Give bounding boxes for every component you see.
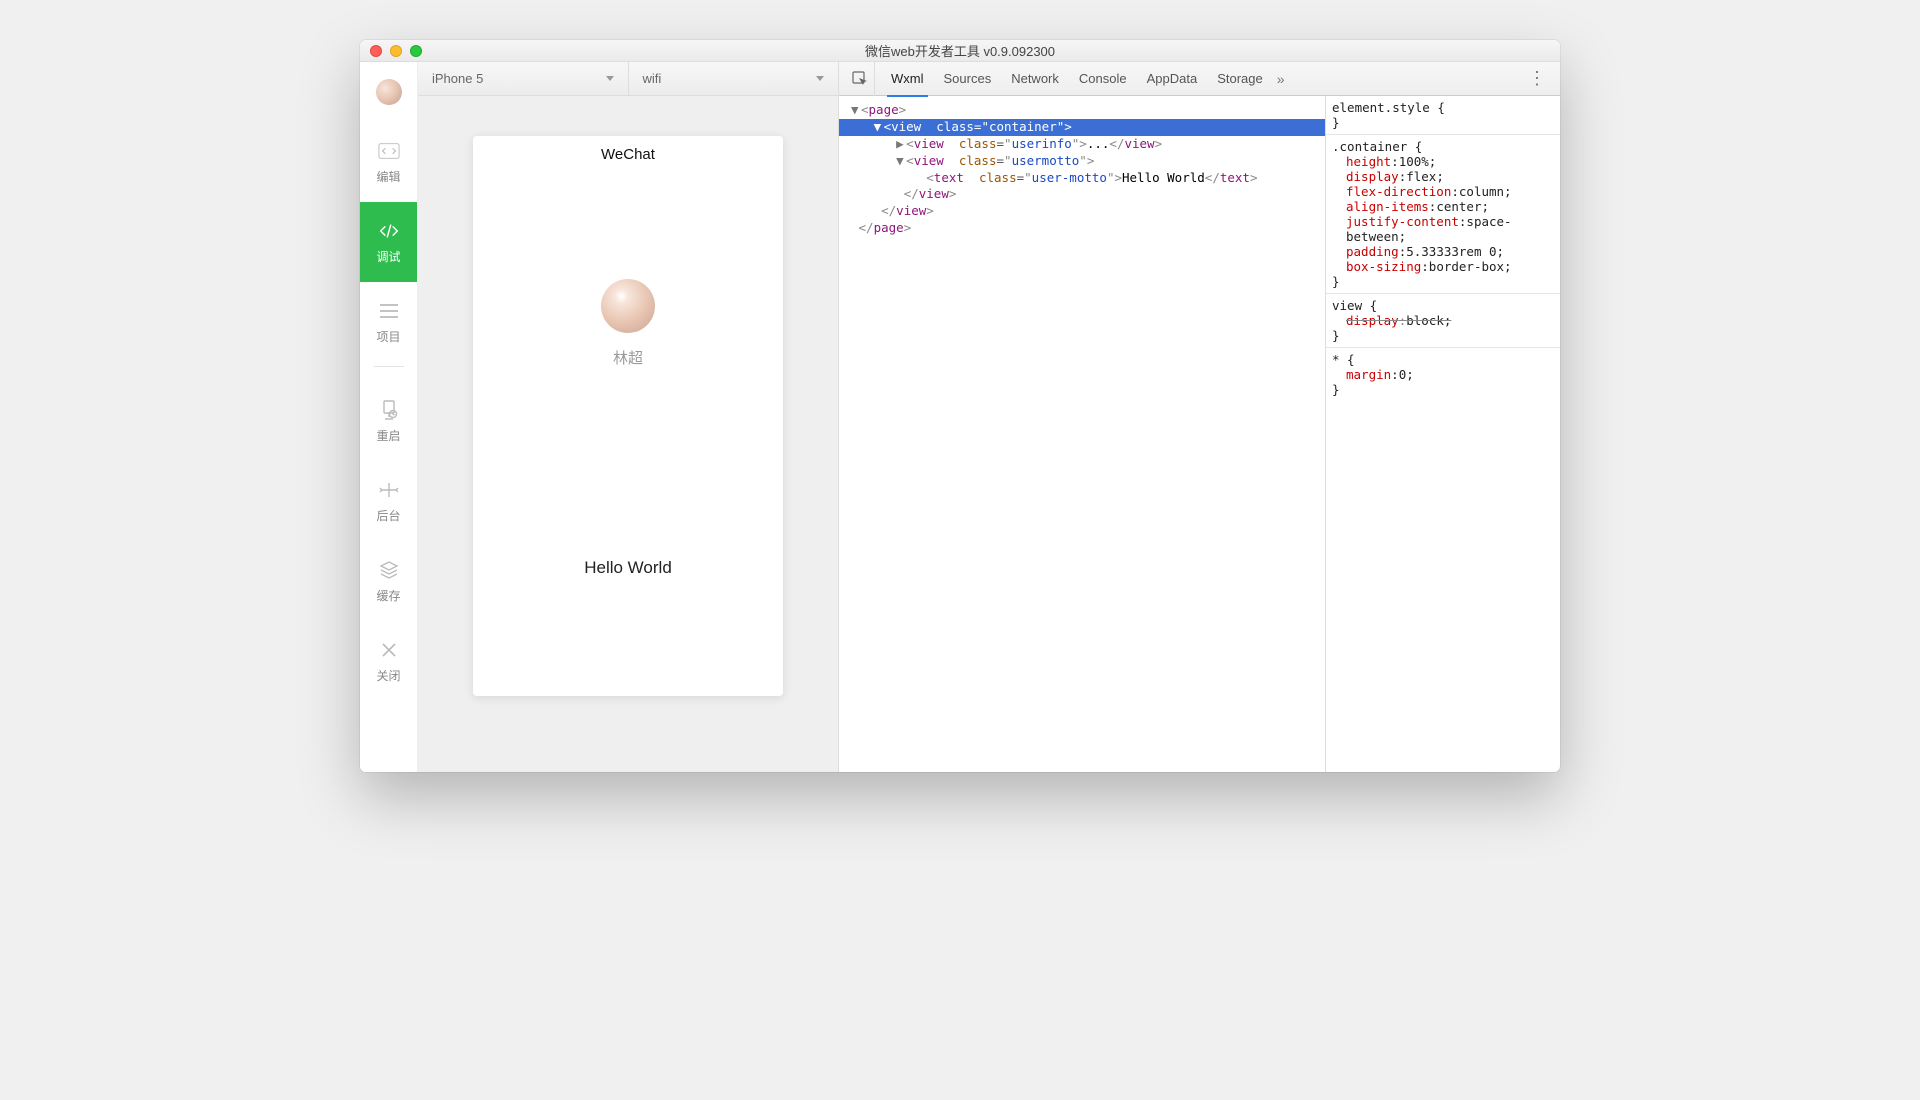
tab-wxml[interactable]: Wxml xyxy=(881,62,934,96)
restart-icon xyxy=(378,399,400,421)
sidebar-item-debug[interactable]: 调试 xyxy=(360,202,417,282)
style-divider xyxy=(1326,293,1560,294)
background-icon xyxy=(378,479,400,501)
app-header-title: WeChat xyxy=(473,136,783,169)
chevron-down-icon xyxy=(816,76,824,81)
network-select[interactable]: wifi xyxy=(629,62,839,95)
tree-row[interactable]: </page> xyxy=(839,220,1325,237)
style-divider xyxy=(1326,134,1560,135)
main-area: 编辑 调试 项目 重启 xyxy=(360,62,1560,772)
elements-tree[interactable]: ▼<page> ▼<view class="container"> ▶<view… xyxy=(839,96,1325,772)
avatar-icon xyxy=(376,79,402,105)
sidebar-item-label: 编辑 xyxy=(376,168,400,185)
close-icon xyxy=(378,639,400,661)
tab-appdata[interactable]: AppData xyxy=(1137,62,1208,96)
user-name: 林超 xyxy=(613,347,643,368)
style-divider xyxy=(1326,347,1560,348)
app-body: 林超 Hello World xyxy=(473,169,783,696)
sidebar-item-edit[interactable]: 编辑 xyxy=(360,122,417,202)
tree-row-selected[interactable]: ▼<view class="container"> xyxy=(839,119,1325,136)
sidebar-item-close[interactable]: 关闭 xyxy=(360,621,417,701)
preview-toolbar: iPhone 5 wifi xyxy=(418,62,838,96)
sidebar-item-background[interactable]: 后台 xyxy=(360,461,417,541)
traffic-lights xyxy=(370,40,422,61)
sidebar-divider xyxy=(374,366,404,367)
zoom-window-button[interactable] xyxy=(410,45,422,57)
code-icon xyxy=(378,140,400,162)
tree-row[interactable]: ▼<view class="usermotto"> xyxy=(839,153,1325,170)
debug-icon xyxy=(378,220,400,242)
tree-row[interactable]: ▶<view class="userinfo">...</view> xyxy=(839,136,1325,153)
close-window-button[interactable] xyxy=(370,45,382,57)
devtools-menu-button[interactable]: ⋮ xyxy=(1520,68,1554,89)
tree-row[interactable]: <text class="user-motto">Hello World</te… xyxy=(839,170,1325,187)
sidebar-item-cache[interactable]: 缓存 xyxy=(360,541,417,621)
sidebar-item-label: 项目 xyxy=(376,328,400,345)
tree-row[interactable]: </view> xyxy=(839,203,1325,220)
network-select-value: wifi xyxy=(643,71,662,86)
device-select-value: iPhone 5 xyxy=(432,71,483,86)
style-rule-container[interactable]: .container { height:100%; display:flex; … xyxy=(1332,139,1554,289)
tab-sources[interactable]: Sources xyxy=(934,62,1002,96)
sidebar-item-project[interactable]: 项目 xyxy=(360,282,417,362)
titlebar: 微信web开发者工具 v0.9.092300 xyxy=(360,40,1560,62)
menu-icon xyxy=(378,300,400,322)
user-motto: Hello World xyxy=(584,558,672,578)
tree-row[interactable]: </view> xyxy=(839,186,1325,203)
sidebar-item-label: 缓存 xyxy=(376,587,400,604)
chevron-down-icon xyxy=(606,76,614,81)
user-avatar[interactable] xyxy=(601,279,655,333)
preview-pane: iPhone 5 wifi WeChat 林超 Hello World xyxy=(418,62,838,772)
style-rule[interactable]: element.style { } xyxy=(1332,100,1554,130)
sidebar-item-label: 重启 xyxy=(376,427,400,444)
sidebar-item-label: 后台 xyxy=(376,507,400,524)
preview-canvas: WeChat 林超 Hello World xyxy=(418,96,838,772)
simulator-frame[interactable]: WeChat 林超 Hello World xyxy=(473,136,783,696)
sidebar-item-label: 调试 xyxy=(376,248,400,265)
tab-console[interactable]: Console xyxy=(1069,62,1137,96)
devtools-pane: Wxml Sources Network Console AppData Sto… xyxy=(838,62,1560,772)
sidebar-item-restart[interactable]: 重启 xyxy=(360,381,417,461)
minimize-window-button[interactable] xyxy=(390,45,402,57)
tabs-overflow-button[interactable]: » xyxy=(1277,71,1285,87)
devtools-body: ▼<page> ▼<view class="container"> ▶<view… xyxy=(839,96,1560,772)
style-rule-star[interactable]: * { margin:0; } xyxy=(1332,352,1554,397)
sidebar-avatar[interactable] xyxy=(360,62,417,122)
sidebar: 编辑 调试 项目 重启 xyxy=(360,62,418,772)
app-window: 微信web开发者工具 v0.9.092300 编辑 调试 xyxy=(360,40,1560,772)
sidebar-item-label: 关闭 xyxy=(376,667,400,684)
tree-row[interactable]: ▼<page> xyxy=(839,102,1325,119)
styles-panel[interactable]: element.style { } .container { height:10… xyxy=(1325,96,1560,772)
device-select[interactable]: iPhone 5 xyxy=(418,62,629,95)
window-title: 微信web开发者工具 v0.9.092300 xyxy=(865,41,1055,60)
layers-icon xyxy=(378,559,400,581)
devtools-tabstrip: Wxml Sources Network Console AppData Sto… xyxy=(839,62,1560,96)
tab-storage[interactable]: Storage xyxy=(1207,62,1273,96)
style-rule-view[interactable]: view { display:block; } xyxy=(1332,298,1554,343)
tab-network[interactable]: Network xyxy=(1001,62,1069,96)
element-picker-button[interactable] xyxy=(845,62,875,96)
